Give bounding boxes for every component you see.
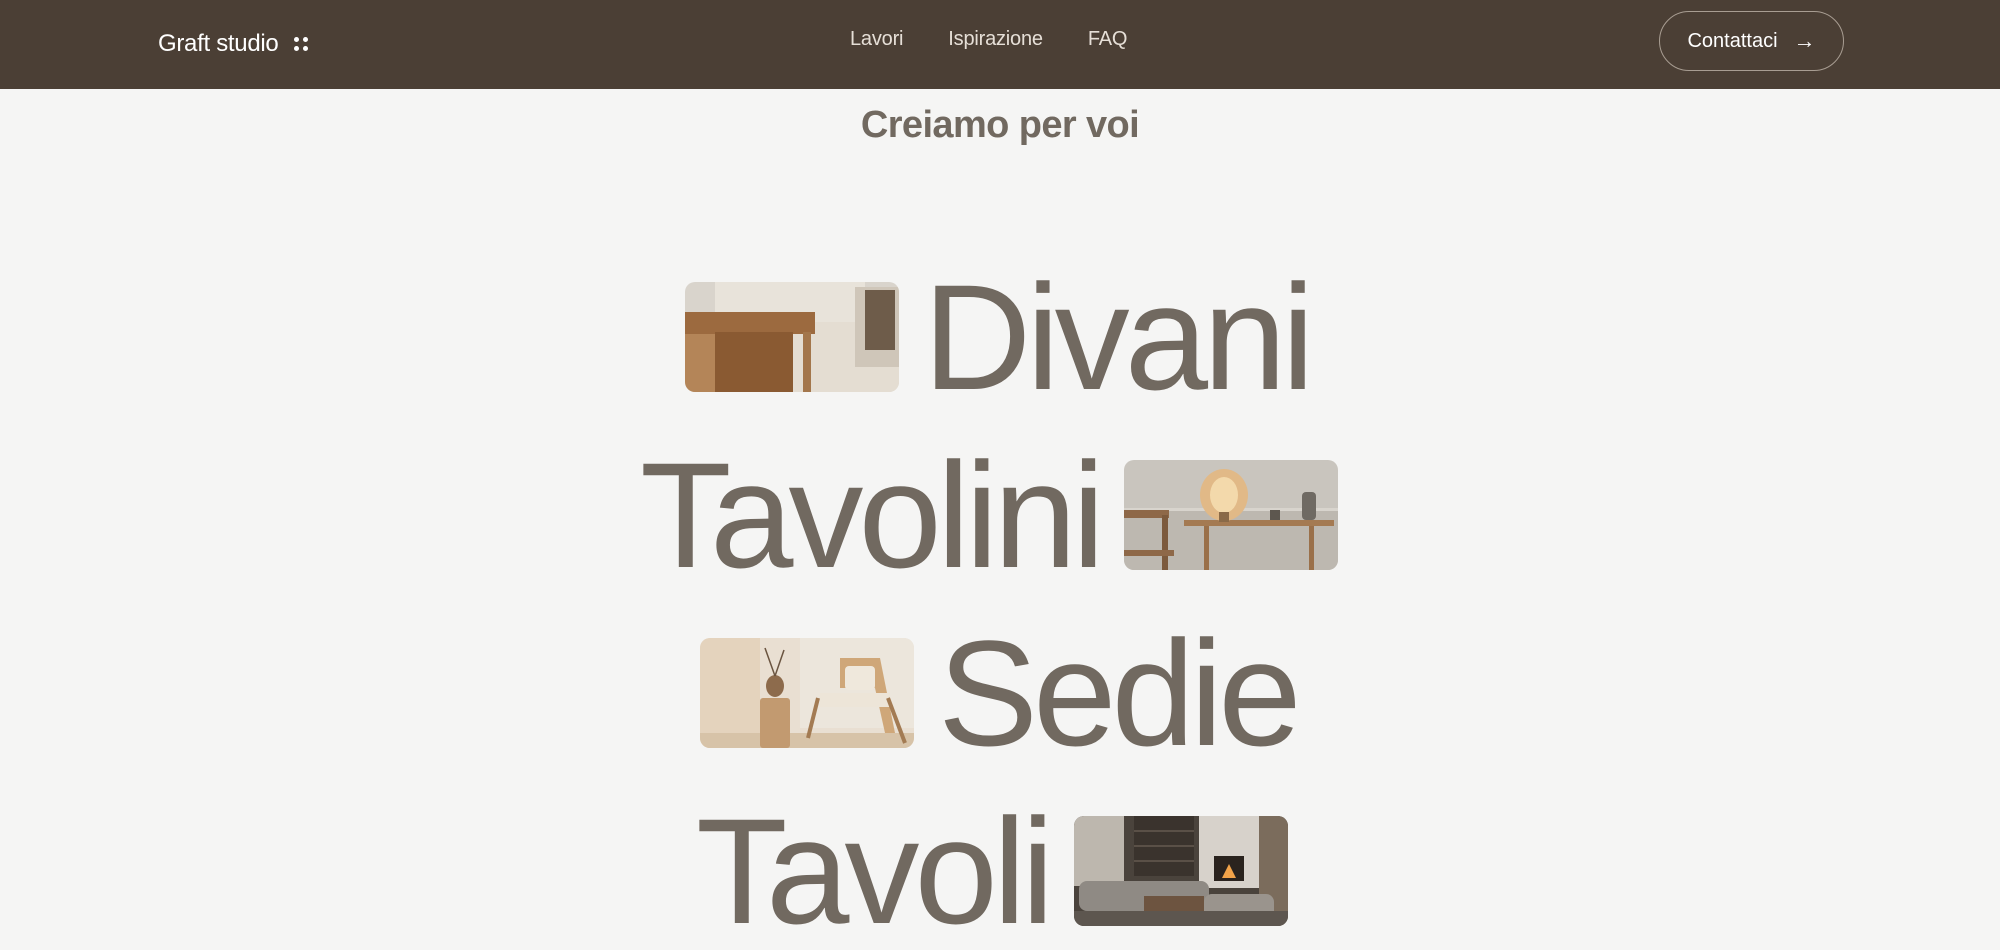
- top-navigation-bar: Graft studio Lavori Ispirazione FAQ Cont…: [0, 0, 2000, 89]
- hero-row-sedie: Sedie: [700, 609, 1302, 777]
- brand-logo[interactable]: Graft studio: [158, 24, 309, 64]
- arrow-right-icon: →: [1793, 28, 1816, 53]
- brand-name: Graft studio: [158, 30, 279, 57]
- hero-word-divani: Divani: [923, 253, 1315, 421]
- four-dots-icon: [294, 37, 309, 51]
- hero-row-tavolini: Tavolini: [640, 431, 1339, 599]
- contact-button[interactable]: Contattaci →: [1659, 11, 1844, 71]
- main-nav: Lavori Ispirazione FAQ: [850, 28, 1127, 51]
- hero-row-tavoli: Tavoli: [696, 787, 1288, 950]
- nav-link-faq[interactable]: FAQ: [1088, 28, 1128, 51]
- hero-word-sedie: Sedie: [938, 609, 1302, 777]
- hero-row-divani: Divani: [685, 253, 1315, 421]
- chair-thumbnail-image[interactable]: [700, 638, 914, 748]
- living-room-thumbnail-image[interactable]: [1073, 816, 1288, 926]
- hero-word-tavoli: Tavoli: [696, 787, 1054, 950]
- sofa-thumbnail-image[interactable]: [685, 282, 899, 392]
- contact-button-label: Contattaci: [1687, 29, 1778, 52]
- side-table-thumbnail-image[interactable]: [1124, 460, 1339, 570]
- nav-link-ispirazione[interactable]: Ispirazione: [948, 28, 1043, 51]
- hero-word-tavolini: Tavolini: [640, 431, 1105, 599]
- hero-subtitle: Creiamo per voi: [860, 104, 1140, 146]
- nav-link-lavori[interactable]: Lavori: [850, 28, 903, 51]
